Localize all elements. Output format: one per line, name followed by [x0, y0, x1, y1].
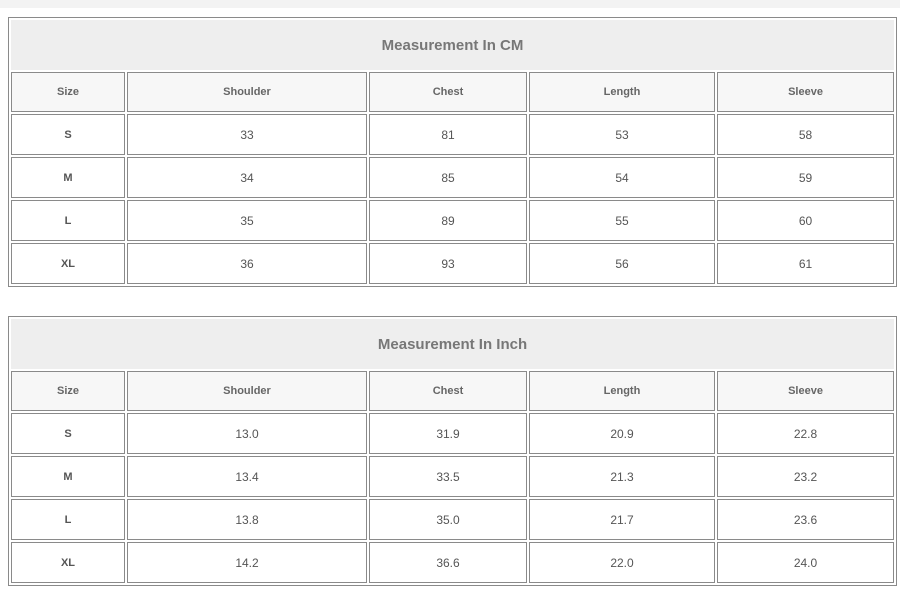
column-header: Shoulder — [127, 72, 367, 112]
table-cell: 93 — [369, 243, 527, 284]
size-cell: S — [11, 413, 125, 454]
table-title: Measurement In CM — [11, 20, 895, 70]
size-cell: XL — [11, 243, 125, 284]
column-header: Sleeve — [717, 72, 895, 112]
table-cell: 23.6 — [717, 499, 895, 540]
table-cell: 54 — [529, 157, 715, 198]
column-header: Length — [529, 371, 715, 411]
column-header: Size — [11, 371, 125, 411]
table-cell: 36.6 — [369, 542, 527, 583]
column-header: Size — [11, 72, 125, 112]
table-cell: 13.8 — [127, 499, 367, 540]
table-cell: 85 — [369, 157, 527, 198]
table-cell: 33 — [127, 114, 367, 155]
table-cell: 22.0 — [529, 542, 715, 583]
column-header: Sleeve — [717, 371, 895, 411]
top-strip — [0, 0, 900, 8]
table-title: Measurement In Inch — [11, 319, 895, 369]
table-cell: 13.0 — [127, 413, 367, 454]
table-cell: 35 — [127, 200, 367, 241]
table-row: L 13.8 35.0 21.7 23.6 — [11, 499, 895, 540]
table-cell: 20.9 — [529, 413, 715, 454]
table-cell: 36 — [127, 243, 367, 284]
table-cell: 23.2 — [717, 456, 895, 497]
table-cell: 34 — [127, 157, 367, 198]
size-cell: XL — [11, 542, 125, 583]
size-cell: L — [11, 499, 125, 540]
table-cell: 14.2 — [127, 542, 367, 583]
column-header: Length — [529, 72, 715, 112]
table-row: M 13.4 33.5 21.3 23.2 — [11, 456, 895, 497]
table-cell: 33.5 — [369, 456, 527, 497]
table-cell: 58 — [717, 114, 895, 155]
size-cell: L — [11, 200, 125, 241]
table-cell: 21.7 — [529, 499, 715, 540]
header-row: Size Shoulder Chest Length Sleeve — [11, 371, 895, 411]
table-cell: 56 — [529, 243, 715, 284]
table-cell: 21.3 — [529, 456, 715, 497]
table-cell: 31.9 — [369, 413, 527, 454]
table-row: S 33 81 53 58 — [11, 114, 895, 155]
table-row: S 13.0 31.9 20.9 22.8 — [11, 413, 895, 454]
table-row: XL 36 93 56 61 — [11, 243, 895, 284]
header-row: Size Shoulder Chest Length Sleeve — [11, 72, 895, 112]
table-cell: 13.4 — [127, 456, 367, 497]
table-cell: 61 — [717, 243, 895, 284]
table-cell: 22.8 — [717, 413, 895, 454]
table-row: L 35 89 55 60 — [11, 200, 895, 241]
table-cell: 24.0 — [717, 542, 895, 583]
table-cell: 81 — [369, 114, 527, 155]
column-header: Shoulder — [127, 371, 367, 411]
table-row: M 34 85 54 59 — [11, 157, 895, 198]
size-cell: M — [11, 456, 125, 497]
size-table-cm: Measurement In CM Size Shoulder Chest Le… — [8, 17, 898, 287]
table-cell: 59 — [717, 157, 895, 198]
size-cell: M — [11, 157, 125, 198]
column-header: Chest — [369, 72, 527, 112]
size-table-inch: Measurement In Inch Size Shoulder Chest … — [8, 316, 898, 586]
table-cell: 55 — [529, 200, 715, 241]
column-header: Chest — [369, 371, 527, 411]
size-cell: S — [11, 114, 125, 155]
table-cell: 53 — [529, 114, 715, 155]
table-cell: 89 — [369, 200, 527, 241]
table-cell: 35.0 — [369, 499, 527, 540]
table-row: XL 14.2 36.6 22.0 24.0 — [11, 542, 895, 583]
table-cell: 60 — [717, 200, 895, 241]
